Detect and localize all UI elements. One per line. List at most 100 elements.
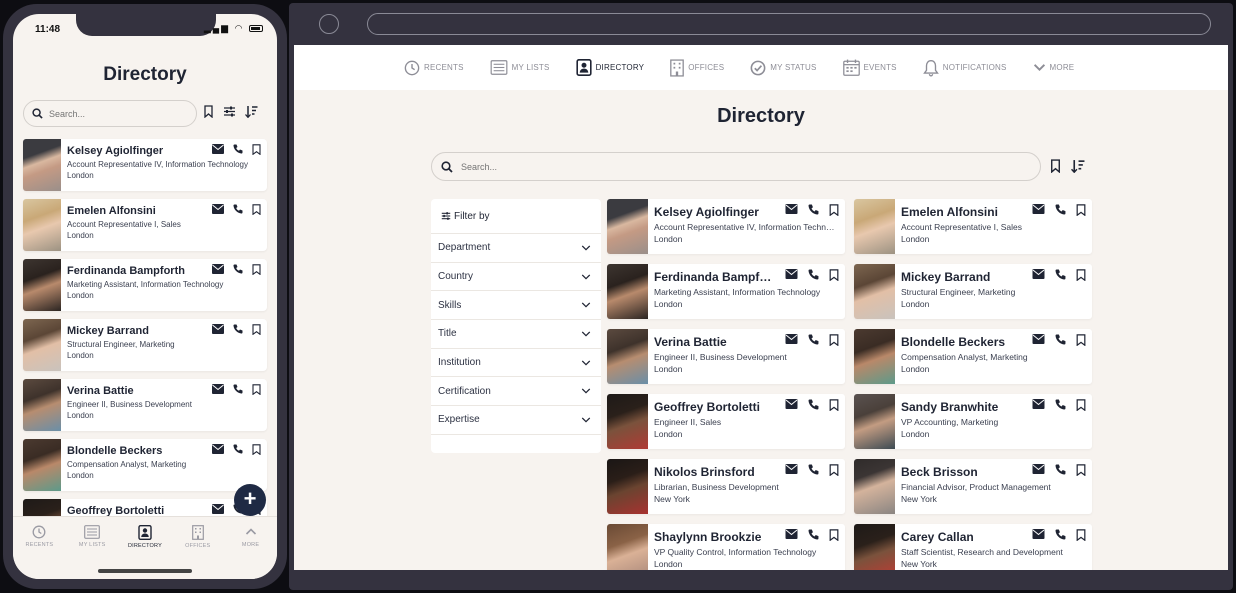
bookmark-icon[interactable] [1050,159,1061,173]
phone-icon[interactable] [233,324,243,334]
mail-icon[interactable] [785,269,798,279]
bookmark-icon[interactable] [252,204,261,215]
nav-offices[interactable]: OFFICES [670,58,724,77]
phone-icon[interactable] [1055,464,1066,475]
mail-icon[interactable] [1032,529,1045,539]
bookmark-icon[interactable] [829,269,839,281]
person-card[interactable]: Carey Callan Staff Scientist, Research a… [854,524,1092,570]
person-card[interactable]: Blondelle Beckers Compensation Analyst, … [854,329,1092,384]
mail-icon[interactable] [1032,269,1045,279]
person-card[interactable]: Kelsey Agiolfinger Account Representativ… [23,139,267,191]
mail-icon[interactable] [212,144,224,154]
phone-icon[interactable] [808,529,819,540]
search-bar[interactable] [23,100,197,127]
mail-icon[interactable] [212,324,224,334]
mail-icon[interactable] [212,444,224,454]
phone-icon[interactable] [233,264,243,274]
person-card[interactable]: Ferdinanda Bampforth Marketing Assistant… [23,259,267,311]
phone-icon[interactable] [1055,529,1066,540]
address-bar[interactable] [367,13,1211,35]
mail-icon[interactable] [785,399,798,409]
phone-icon[interactable] [808,269,819,280]
person-card[interactable]: Mickey Barrand Structural Engineer, Mark… [854,264,1092,319]
bookmark-icon[interactable] [252,384,261,395]
person-card[interactable]: Mickey Barrand Structural Engineer, Mark… [23,319,267,371]
person-card[interactable]: Verina Battie Engineer II, Business Deve… [607,329,845,384]
filter-title[interactable]: Title [431,320,601,349]
nav-more[interactable]: MORE [1033,61,1075,74]
mail-icon[interactable] [212,504,224,514]
person-card[interactable]: Sandy Branwhite VP Accounting, Marketing… [854,394,1092,449]
person-card[interactable]: Blondelle Beckers Compensation Analyst, … [23,439,267,491]
phone-icon[interactable] [808,399,819,410]
bookmark-icon[interactable] [1076,269,1086,281]
filter-sliders-icon[interactable] [223,105,236,118]
bookmark-icon[interactable] [1076,334,1086,346]
mail-icon[interactable] [1032,464,1045,474]
tab-recents[interactable]: RECENTS [13,525,65,579]
phone-icon[interactable] [233,444,243,454]
phone-icon[interactable] [1055,269,1066,280]
mail-icon[interactable] [212,384,224,394]
filter-skills[interactable]: Skills [431,291,601,321]
filter-country[interactable]: Country [431,263,601,292]
bookmark-icon[interactable] [252,264,261,275]
bookmark-icon[interactable] [1076,464,1086,476]
mail-icon[interactable] [785,204,798,214]
bookmark-icon[interactable] [1076,529,1086,541]
mail-icon[interactable] [785,334,798,344]
mail-icon[interactable] [785,464,798,474]
phone-icon[interactable] [1055,334,1066,345]
browser-button[interactable] [319,14,339,34]
nav-notifications[interactable]: NOTIFICATIONS [922,59,1007,77]
mail-icon[interactable] [212,264,224,274]
mail-icon[interactable] [212,204,224,214]
bookmark-icon[interactable] [829,399,839,411]
nav-directory[interactable]: DIRECTORY [575,59,645,76]
bookmark-icon[interactable] [252,444,261,455]
person-card[interactable]: Ferdinanda Bampforth Marketing Assistant… [607,264,845,319]
sort-icon[interactable] [1071,159,1085,173]
search-input[interactable] [461,161,961,172]
person-card[interactable]: Nikolos Brinsford Librarian, Business De… [607,459,845,514]
nav-my-lists[interactable]: MY LISTS [490,60,550,75]
person-card[interactable]: Emelen Alfonsini Account Representative … [23,199,267,251]
phone-icon[interactable] [233,204,243,214]
phone-icon[interactable] [808,464,819,475]
phone-icon[interactable] [233,384,243,394]
sort-icon[interactable] [245,105,258,118]
phone-icon[interactable] [808,204,819,215]
person-card[interactable]: Shaylynn Brookzie VP Quality Control, In… [607,524,845,570]
bookmark-icon[interactable] [1076,204,1086,216]
person-card[interactable]: Beck Brisson Financial Advisor, Product … [854,459,1092,514]
bookmark-icon[interactable] [252,144,261,155]
bookmark-icon[interactable] [1076,399,1086,411]
tab-more[interactable]: MORE [225,525,277,579]
bookmark-icon[interactable] [829,464,839,476]
bookmark-icon[interactable] [829,529,839,541]
nav-my-status[interactable]: MY STATUS [750,60,816,76]
person-card[interactable]: Emelen Alfonsini Account Representative … [854,199,1092,254]
search-input[interactable] [49,108,179,119]
mail-icon[interactable] [785,529,798,539]
bookmark-icon[interactable] [252,324,261,335]
mail-icon[interactable] [1032,204,1045,214]
search-bar[interactable] [431,152,1041,181]
nav-recents[interactable]: RECENTS [404,60,464,76]
person-card[interactable]: Verina Battie Engineer II, Business Deve… [23,379,267,431]
bookmark-icon[interactable] [203,105,214,118]
filter-department[interactable]: Department [431,234,601,263]
add-button[interactable]: + [234,484,266,516]
person-card[interactable]: Kelsey Agiolfinger Account Representativ… [607,199,845,254]
filter-certification[interactable]: Certification [431,377,601,407]
phone-icon[interactable] [1055,399,1066,410]
nav-events[interactable]: EVENTS [842,59,897,76]
filter-institution[interactable]: Institution [431,349,601,378]
phone-icon[interactable] [1055,204,1066,215]
phone-icon[interactable] [808,334,819,345]
mail-icon[interactable] [1032,334,1045,344]
person-card[interactable]: Geoffrey Bortoletti Engineer II, Sales L… [607,394,845,449]
bookmark-icon[interactable] [829,204,839,216]
mail-icon[interactable] [1032,399,1045,409]
filter-expertise[interactable]: Expertise [431,406,601,435]
